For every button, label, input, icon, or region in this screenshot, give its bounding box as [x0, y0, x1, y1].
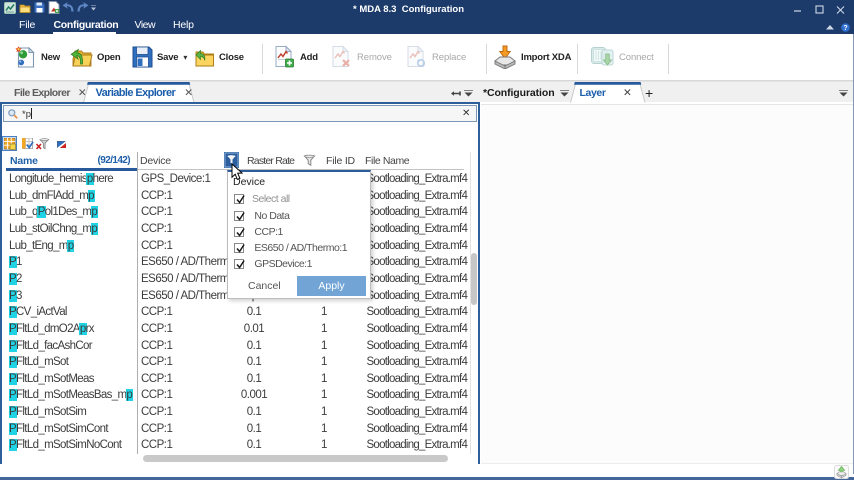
svg-text:?: ? [843, 25, 847, 32]
